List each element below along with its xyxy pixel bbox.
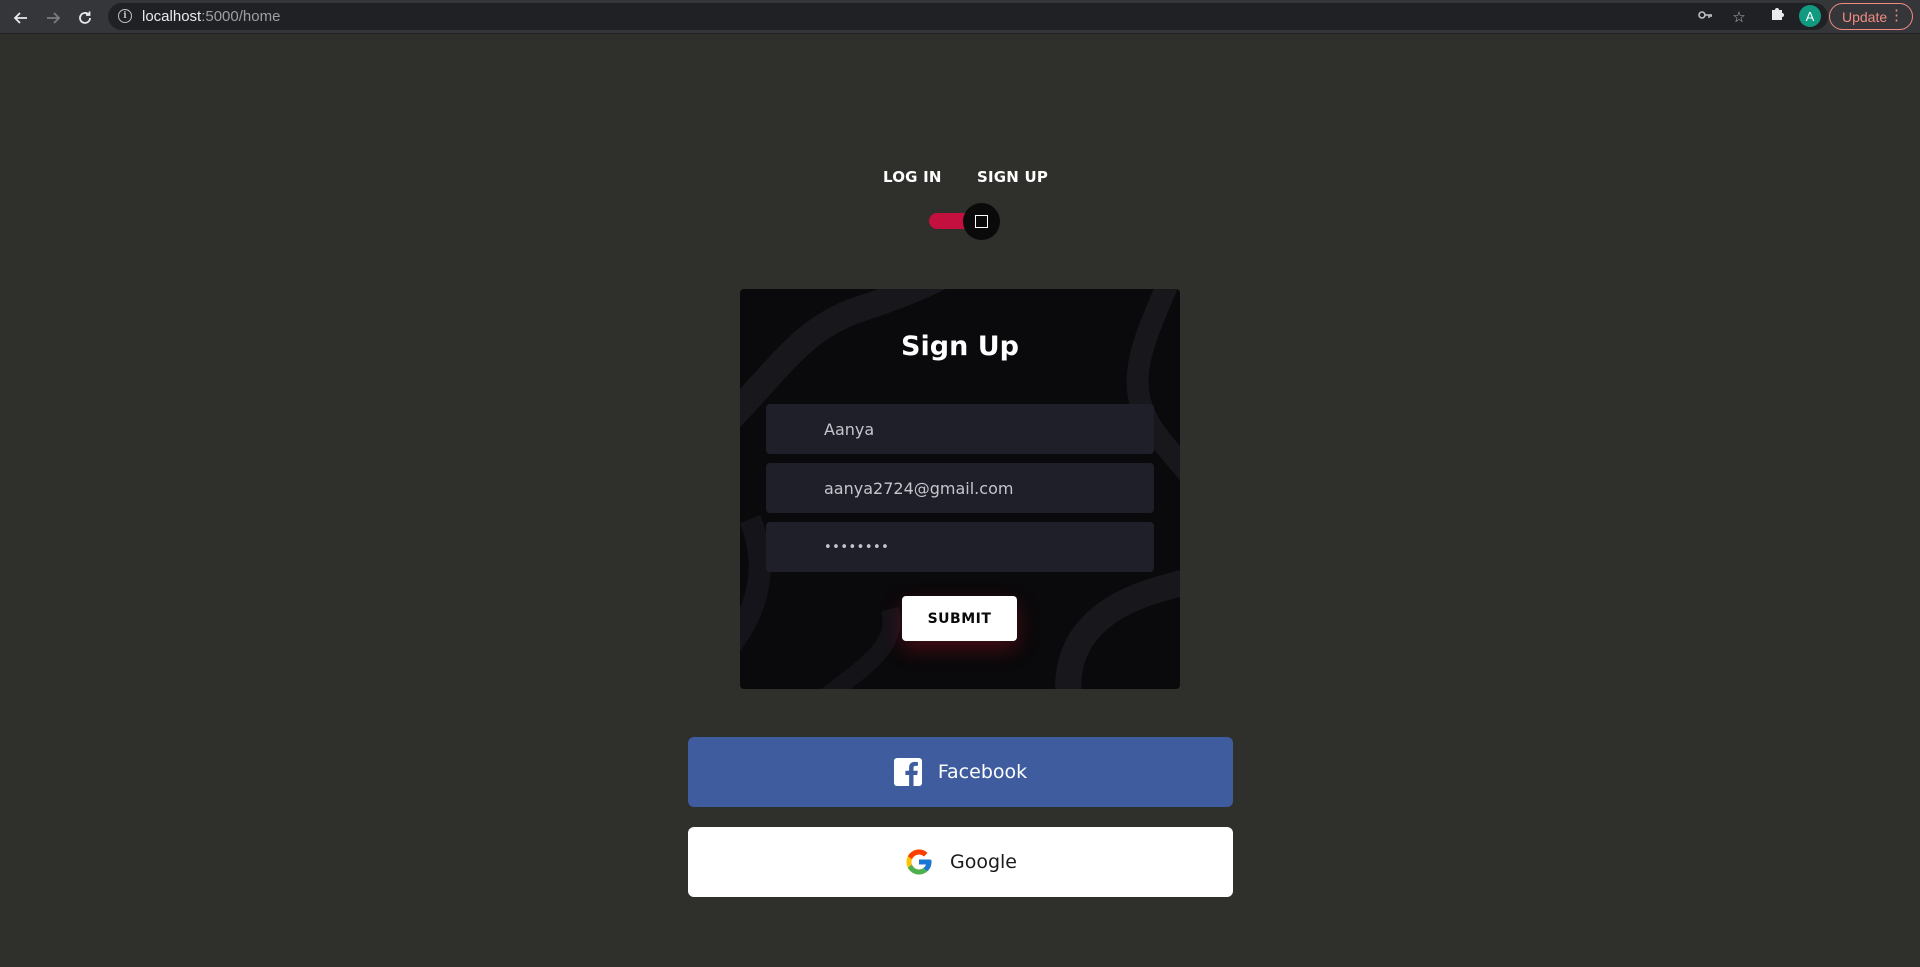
- google-label: Google: [949, 851, 1017, 873]
- signup-tab-label[interactable]: SIGN UP: [977, 168, 1048, 186]
- url-text[interactable]: localhost:5000/home: [142, 8, 280, 25]
- url-path: :5000/home: [201, 8, 281, 25]
- update-button[interactable]: Update ⋮: [1829, 3, 1913, 30]
- reload-icon: [79, 11, 91, 24]
- google-icon: [904, 847, 934, 877]
- info-icon[interactable]: i: [118, 9, 132, 23]
- login-tab-label[interactable]: LOG IN: [883, 168, 942, 186]
- reload-button[interactable]: [72, 5, 98, 31]
- forward-button[interactable]: [40, 5, 66, 31]
- address-bar[interactable]: i localhost:5000/home ☆: [108, 3, 1828, 30]
- signup-card: Sign Up SUBMIT: [740, 289, 1180, 689]
- more-vert-icon[interactable]: ⋮: [1889, 6, 1904, 26]
- password-field[interactable]: [766, 522, 1154, 572]
- star-icon[interactable]: ☆: [1729, 7, 1749, 27]
- name-field[interactable]: [766, 404, 1154, 454]
- key-icon[interactable]: [1695, 7, 1715, 27]
- profile-avatar[interactable]: A: [1799, 5, 1821, 27]
- update-label: Update: [1842, 8, 1888, 25]
- puzzle-icon[interactable]: [1766, 5, 1788, 27]
- arrow-left-icon: [13, 12, 27, 24]
- auth-toggle-knob[interactable]: [963, 203, 1000, 240]
- form-title: Sign Up: [901, 331, 1019, 362]
- facebook-icon: [893, 758, 922, 786]
- url-host: localhost: [142, 8, 202, 25]
- facebook-label: Facebook: [937, 761, 1028, 783]
- email-field[interactable]: [766, 463, 1154, 513]
- arrow-right-icon: [47, 12, 61, 24]
- toggle-square-icon: [975, 215, 988, 228]
- submit-button[interactable]: SUBMIT: [902, 596, 1017, 641]
- browser-toolbar: i localhost:5000/home ☆ A Update ⋮: [0, 0, 1920, 34]
- back-button[interactable]: [8, 5, 34, 31]
- google-button[interactable]: Google: [688, 827, 1233, 897]
- facebook-button[interactable]: Facebook: [688, 737, 1233, 807]
